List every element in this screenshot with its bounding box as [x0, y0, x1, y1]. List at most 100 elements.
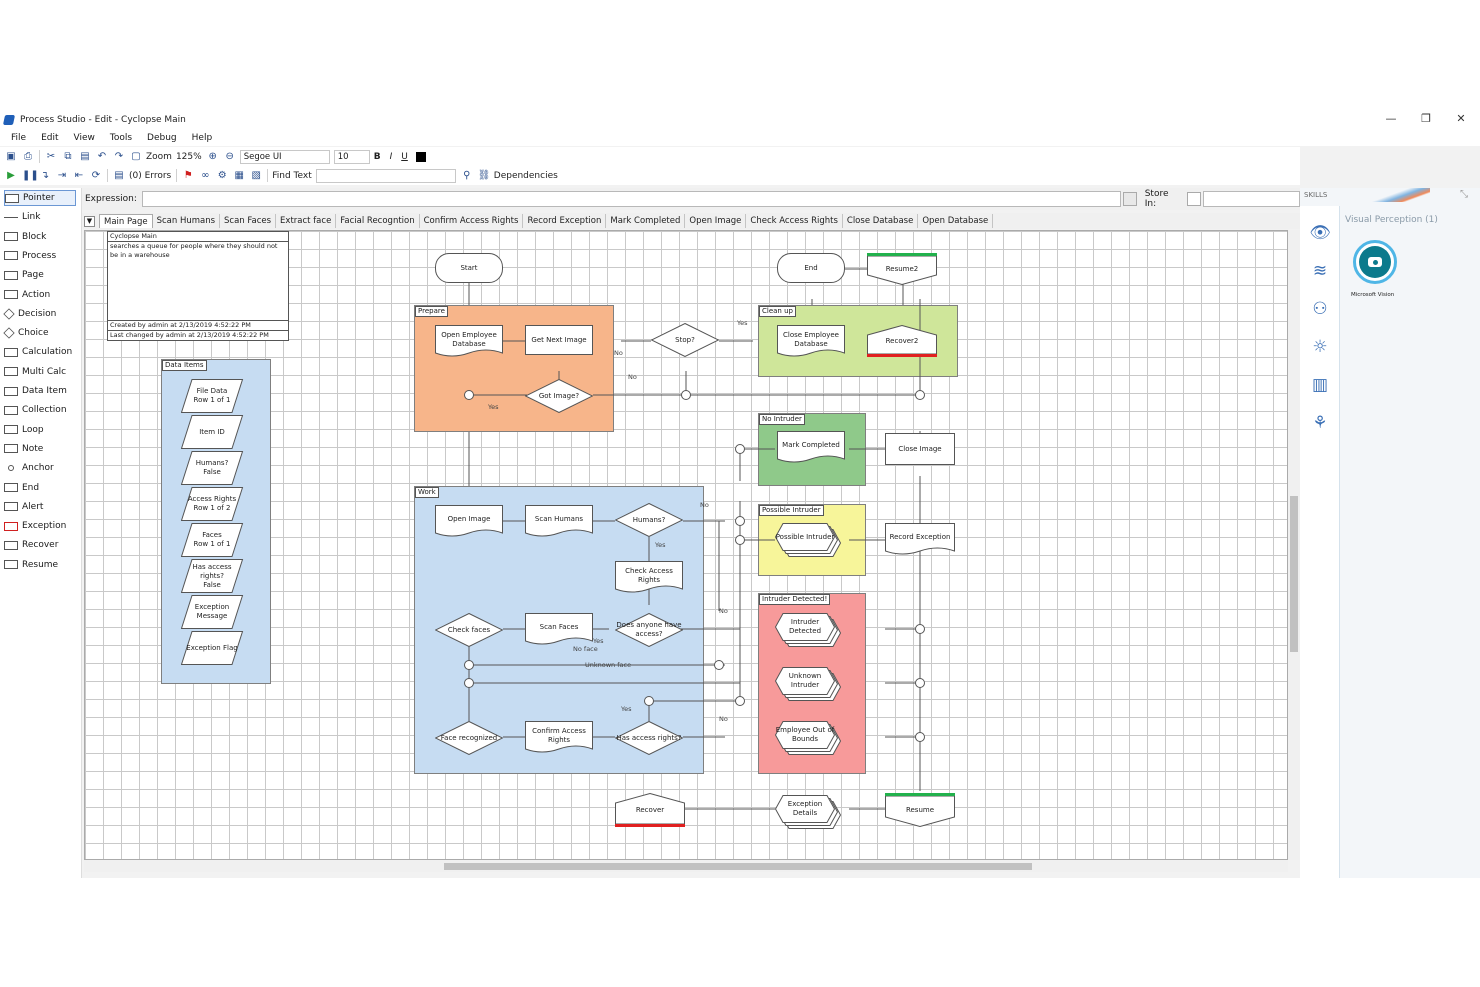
menu-edit[interactable]: Edit: [41, 133, 58, 143]
store-in-input[interactable]: [1202, 191, 1300, 207]
tab-facial-recogntion[interactable]: Facial Recogntion: [336, 214, 420, 228]
palette-item-note[interactable]: Note: [4, 441, 76, 457]
stage-does-anyone-have-access[interactable]: Does anyone have access?: [615, 613, 683, 647]
snap-icon[interactable]: ▧: [250, 170, 262, 182]
stage-has-access-rights[interactable]: Has access rights?: [615, 721, 683, 755]
stage-close-image[interactable]: Close Image: [885, 433, 955, 465]
tab-confirm-access-rights[interactable]: Confirm Access Rights: [420, 214, 524, 228]
reset-icon[interactable]: ⟳: [90, 170, 102, 182]
underline-button[interactable]: U: [401, 152, 408, 162]
tabs-dropdown-icon[interactable]: ▼: [84, 215, 95, 227]
tab-open-database[interactable]: Open Database: [918, 214, 994, 228]
menu-debug[interactable]: Debug: [147, 133, 177, 143]
menu-tools[interactable]: Tools: [110, 133, 132, 143]
palette-item-block[interactable]: Block: [4, 229, 76, 245]
palette-item-pointer[interactable]: Pointer: [4, 190, 76, 206]
palette-item-link[interactable]: Link: [4, 209, 76, 225]
redo-icon[interactable]: ↷: [113, 151, 125, 163]
data-item[interactable]: File Data Row 1 of 1: [181, 379, 244, 413]
stage-resume[interactable]: Resume: [885, 793, 955, 827]
stage-got-image[interactable]: Got Image?: [525, 379, 593, 413]
stage-open-employee-db[interactable]: Open Employee Database: [435, 325, 503, 359]
run-icon[interactable]: ▶: [5, 170, 17, 182]
stage-close-employee-db[interactable]: Close Employee Database: [777, 325, 845, 359]
stage-record-exception[interactable]: Record Exception: [885, 523, 955, 557]
print-icon[interactable]: ⎙: [22, 151, 34, 163]
maximize-button[interactable]: ❐: [1417, 112, 1435, 126]
font-select[interactable]: Segoe UI: [239, 149, 330, 164]
expression-builder-icon[interactable]: [1122, 192, 1137, 206]
palette-item-process[interactable]: Process: [4, 248, 76, 264]
stage-humans[interactable]: Humans?: [615, 503, 683, 537]
color-picker[interactable]: [415, 151, 426, 162]
palette-item-resume[interactable]: Resume: [4, 557, 76, 573]
stage-employee-out-of-bounds[interactable]: Employee Out of Bounds: [775, 721, 842, 755]
vertical-scrollbar[interactable]: [1288, 230, 1300, 860]
palette-item-end[interactable]: End: [4, 480, 76, 496]
process-canvas[interactable]: Cyclopse Main searches a queue for people…: [84, 230, 1288, 860]
stage-stop[interactable]: Stop?: [651, 323, 719, 357]
zoom-out-icon[interactable]: ⊖: [224, 151, 236, 163]
data-item[interactable]: Has access rights? False: [181, 559, 244, 593]
stage-check-faces[interactable]: Check faces: [435, 613, 503, 647]
tab-mark-completed[interactable]: Mark Completed: [606, 214, 686, 228]
brain-icon[interactable]: ⚘: [1308, 412, 1332, 434]
palette-item-collection[interactable]: Collection: [4, 402, 76, 418]
grid-icon[interactable]: ▦: [233, 170, 245, 182]
menu-file[interactable]: File: [11, 133, 26, 143]
tab-scan-humans[interactable]: Scan Humans: [153, 214, 221, 228]
menu-view[interactable]: View: [74, 133, 95, 143]
undo-icon[interactable]: ↶: [96, 151, 108, 163]
find-text-input[interactable]: [315, 168, 456, 183]
data-item[interactable]: Humans? False: [181, 451, 244, 485]
palette-item-action[interactable]: Action: [4, 287, 76, 303]
stage-resume2[interactable]: Resume2: [867, 253, 937, 285]
lightbulb-icon[interactable]: ☼: [1308, 336, 1332, 358]
stage-scan-faces[interactable]: Scan Faces: [525, 613, 593, 647]
palette-item-recover[interactable]: Recover: [4, 537, 76, 553]
data-item[interactable]: Access Rights Row 1 of 2: [181, 487, 244, 521]
stage-check-access-rights[interactable]: Check Access Rights: [615, 561, 683, 595]
data-item[interactable]: Item ID: [181, 415, 244, 449]
zoom-page-icon[interactable]: ▢: [130, 151, 142, 163]
cut-icon[interactable]: ✂: [45, 151, 57, 163]
stage-confirm-access-rights[interactable]: Confirm Access Rights: [525, 721, 593, 755]
palette-item-decision[interactable]: Decision: [3, 306, 76, 322]
stage-possible-intruder[interactable]: Possible Intruder: [775, 523, 842, 557]
zoom-in-icon[interactable]: ⊕: [207, 151, 219, 163]
save-icon[interactable]: ▣: [5, 151, 17, 163]
horizontal-scroll-thumb[interactable]: [444, 863, 1032, 870]
palette-item-choice[interactable]: Choice: [3, 325, 76, 341]
tab-open-image[interactable]: Open Image: [685, 214, 747, 228]
pause-icon[interactable]: ❚❚: [22, 170, 39, 182]
eye-icon[interactable]: 👁: [1308, 222, 1332, 244]
stage-open-image[interactable]: Open Image: [435, 505, 503, 539]
tab-main-page[interactable]: Main Page: [99, 214, 153, 228]
stage-recover2[interactable]: Recover2: [867, 325, 937, 357]
stage-intruder-detected[interactable]: Intruder Detected: [775, 613, 842, 647]
palette-item-anchor[interactable]: Anchor: [4, 460, 76, 476]
dependencies-button[interactable]: Dependencies: [494, 171, 558, 181]
zoom-select[interactable]: 125%: [176, 152, 202, 162]
tab-extract-face[interactable]: Extract face: [276, 214, 337, 228]
font-size-select[interactable]: 10: [333, 149, 370, 164]
expression-input[interactable]: [141, 191, 1121, 207]
data-item[interactable]: Exception Message: [181, 595, 244, 629]
bold-button[interactable]: B: [374, 152, 381, 162]
flow-icon[interactable]: ≋: [1308, 260, 1332, 282]
errors-button[interactable]: (0) Errors: [129, 171, 171, 181]
tab-scan-faces[interactable]: Scan Faces: [220, 214, 277, 228]
stage-start[interactable]: Start: [435, 253, 503, 283]
tab-record-exception[interactable]: Record Exception: [523, 214, 607, 228]
step-out-icon[interactable]: ⇤: [73, 170, 85, 182]
stage-get-next-image[interactable]: Get Next Image: [525, 325, 593, 355]
binoculars-icon[interactable]: ⚲: [461, 170, 473, 182]
close-button[interactable]: ✕: [1452, 112, 1470, 126]
palette-item-loop[interactable]: Loop: [4, 422, 76, 438]
stage-end[interactable]: End: [777, 253, 845, 283]
pin-icon[interactable]: ⤡: [1460, 189, 1468, 200]
stage-mark-completed[interactable]: Mark Completed: [777, 431, 845, 465]
menu-help[interactable]: Help: [192, 133, 213, 143]
stage-exception-details[interactable]: Exception Details: [775, 795, 842, 829]
watch-icon[interactable]: ∞: [199, 170, 211, 182]
